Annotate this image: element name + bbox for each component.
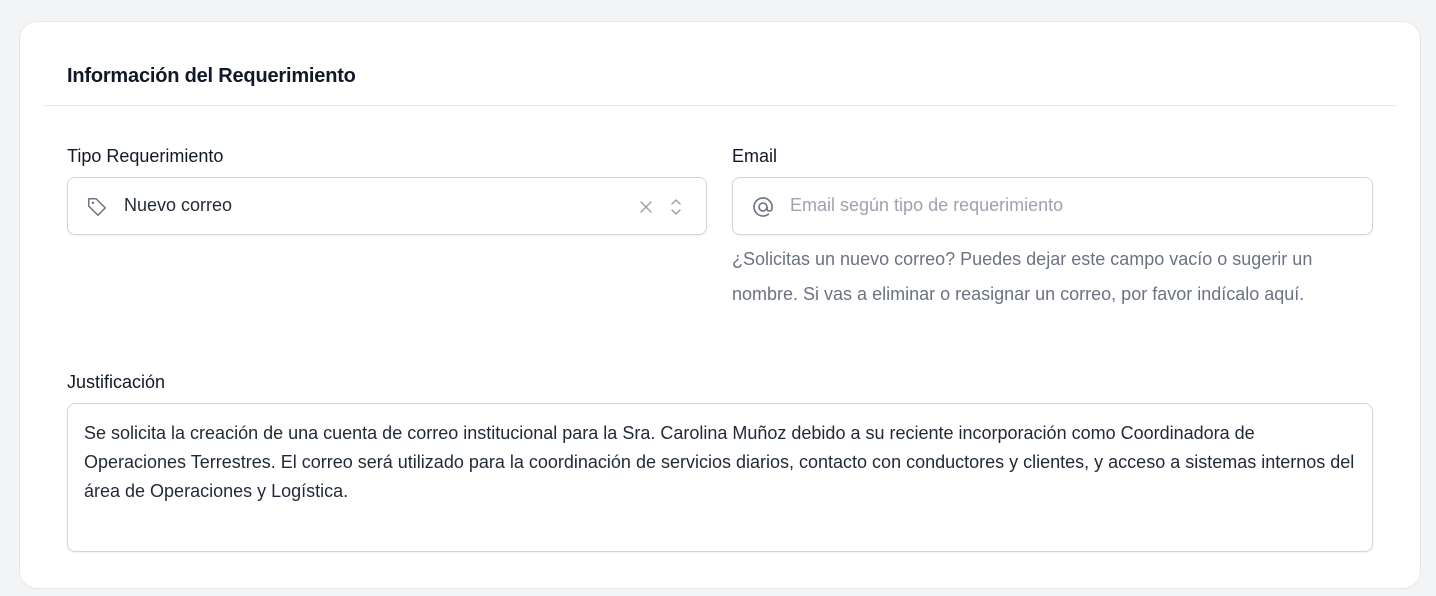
- at-icon: [753, 197, 773, 217]
- tipo-requerimiento-value: Nuevo correo: [124, 195, 233, 215]
- chevron-updown-icon[interactable]: [668, 196, 684, 218]
- tipo-requerimiento-label: Tipo Requerimiento: [67, 146, 224, 166]
- page: Información del Requerimiento Tipo Reque…: [8, 10, 1436, 596]
- email-field[interactable]: Email según tipo de requerimiento: [732, 177, 1373, 235]
- email-placeholder: Email según tipo de requerimiento: [790, 195, 1064, 215]
- email-label: Email: [732, 146, 778, 166]
- section-divider: [43, 105, 1397, 106]
- justificacion-label: Justificación: [67, 372, 166, 392]
- justificacion-textarea[interactable]: Se solicita la creación de una cuenta de…: [67, 403, 1373, 552]
- email-helper-text: ¿Solicitas un nuevo correo? Puedes dejar…: [732, 249, 1313, 304]
- tag-icon: [88, 198, 106, 216]
- section-title: Información del Requerimiento: [67, 65, 356, 87]
- requirement-info-card: Información del Requerimiento Tipo Reque…: [19, 21, 1421, 589]
- clear-icon[interactable]: [638, 199, 654, 215]
- tipo-requerimiento-select[interactable]: Nuevo correo: [67, 177, 707, 235]
